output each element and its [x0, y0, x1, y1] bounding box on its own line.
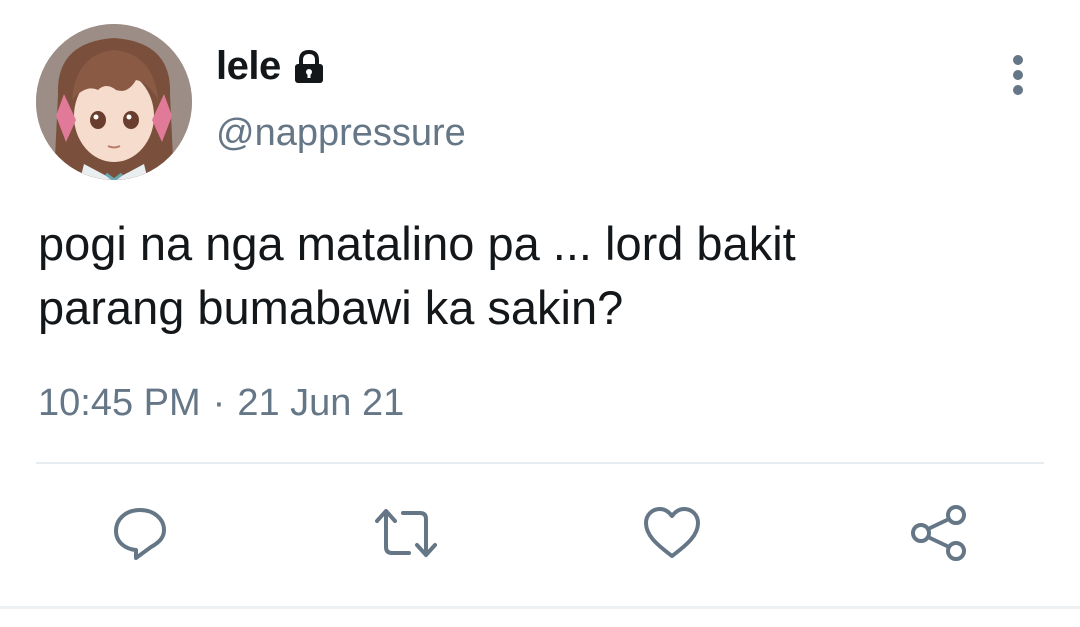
share-button[interactable] [904, 500, 974, 570]
bottom-divider [0, 606, 1080, 609]
lock-icon [291, 49, 327, 85]
timestamp-separator: · [212, 382, 226, 424]
retweet-icon [373, 507, 439, 564]
share-icon [909, 504, 969, 567]
tweet-text: pogi na nga matalino pa ... lord bakit p… [38, 212, 1048, 340]
author-name-row: lele [216, 40, 327, 92]
timestamp[interactable]: 10:45 PM · 21 Jun 21 [38, 382, 404, 425]
reply-icon [111, 505, 169, 566]
tweet-date: 21 Jun 21 [237, 382, 405, 424]
tweet-time: 10:45 PM [38, 382, 201, 424]
tweet-text-line: parang bumabawi ka sakin? [38, 281, 624, 334]
heart-icon [642, 506, 702, 565]
display-name[interactable]: lele [216, 44, 281, 89]
tweet-text-line: pogi na nga matalino pa ... lord bakit [38, 217, 796, 270]
like-button[interactable] [637, 500, 707, 570]
divider [36, 462, 1044, 464]
more-vertical-icon[interactable] [998, 50, 1038, 100]
retweet-button[interactable] [371, 500, 441, 570]
tweet-card: lele @nappressure pogi na nga matalino p… [0, 0, 1080, 627]
reply-button[interactable] [105, 500, 175, 570]
avatar[interactable] [36, 24, 192, 180]
author-handle[interactable]: @nappressure [216, 112, 466, 155]
